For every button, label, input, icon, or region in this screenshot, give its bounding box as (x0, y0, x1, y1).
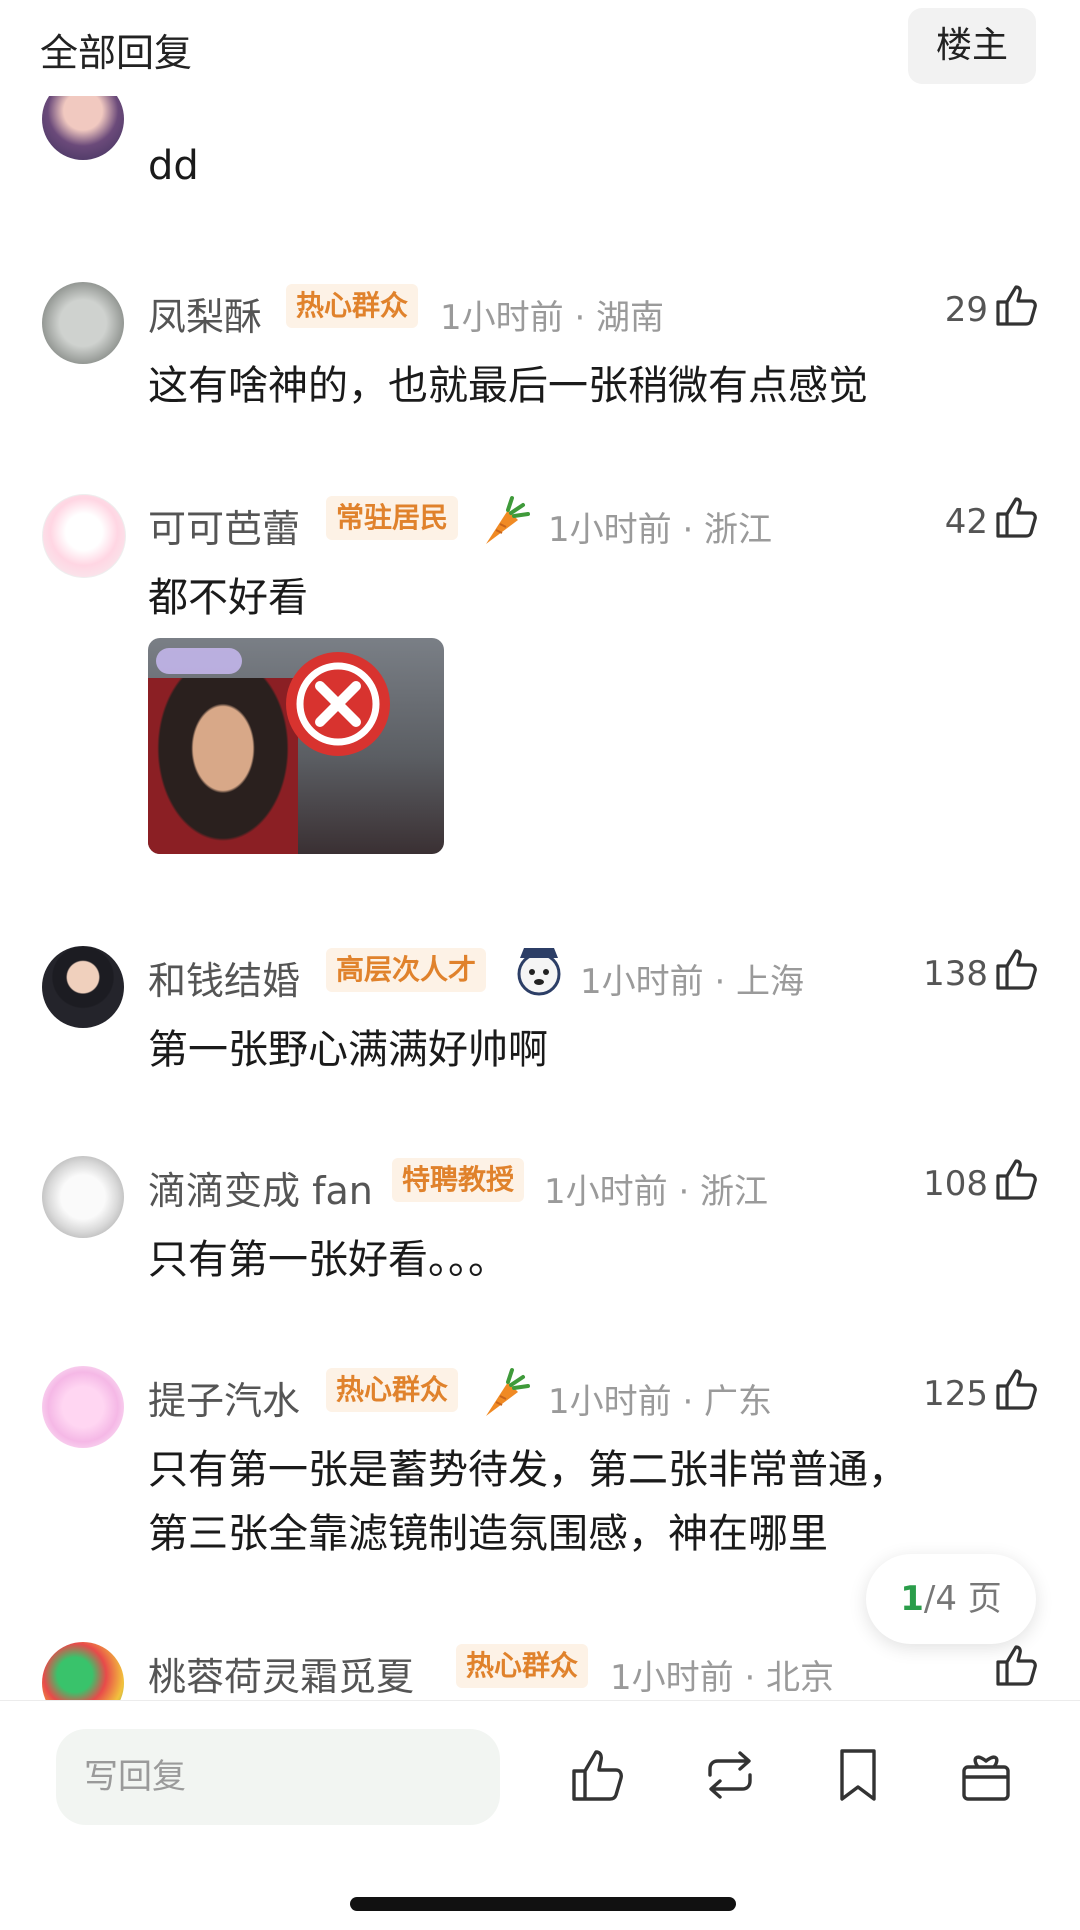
reply-input[interactable]: 写回复 (56, 1729, 500, 1825)
page-current: 1 (900, 1579, 924, 1619)
like-count: 108 (923, 1164, 988, 1204)
time-location: 1小时前 · 北京 (610, 1658, 835, 1698)
comment-text: 第一张野心满满好帅啊 (148, 1027, 548, 1073)
like-thumb-icon[interactable] (994, 494, 1040, 540)
user-badge: 特聘教授 (392, 1158, 525, 1202)
like-thumb-icon[interactable] (994, 946, 1040, 992)
avatar[interactable] (42, 1366, 124, 1448)
comment-text-line: 只有第一张是蓄势待发，第二张非常普通， (148, 1447, 908, 1493)
carrot-icon (486, 496, 530, 544)
page-indicator[interactable]: 1/4 页 (866, 1554, 1036, 1644)
time-location: 1小时前 · 浙江 (548, 510, 773, 550)
username[interactable]: 滴滴变成 fan (148, 1160, 373, 1215)
comment-feed: dd 凤梨酥 热心群众 1小时前 · 湖南 29 这有啥神的，也就最后一张稍微有… (0, 0, 1080, 1700)
gift-icon[interactable] (956, 1745, 1016, 1805)
avatar[interactable] (42, 946, 124, 1028)
avatar[interactable] (42, 1642, 124, 1700)
header-bar: 全部回复 楼主 (0, 0, 1080, 96)
time-location: 1小时前 · 上海 (580, 962, 805, 1002)
time-location: 1小时前 · 湖南 (440, 298, 665, 338)
user-badge: 常驻居民 (326, 496, 459, 540)
comment-text: 只有第一张是蓄势待发，第二张非常普通， 第三张全靠滤镜制造氛围感，神在哪里 (148, 1438, 1008, 1566)
person-figure (148, 678, 298, 854)
page-total: /4 页 (923, 1579, 1002, 1619)
avatar[interactable] (42, 1156, 124, 1238)
like-count: 42 (944, 502, 988, 542)
comment-text: 这有啥神的，也就最后一张稍微有点感觉 (148, 363, 868, 409)
owner-only-button[interactable]: 楼主 (908, 8, 1036, 84)
page-title: 全部回复 (40, 31, 193, 75)
username[interactable]: 可可芭蕾 (148, 498, 300, 553)
comment-text: 都不好看 (148, 575, 308, 621)
user-badge: 热心群众 (326, 1368, 459, 1412)
red-x-sign-icon (286, 652, 390, 756)
comment-text: dd (148, 143, 199, 189)
like-thumb-icon[interactable] (994, 1156, 1040, 1202)
time-location: 1小时前 · 广东 (548, 1382, 773, 1422)
username[interactable]: 提子汽水 (148, 1370, 300, 1425)
home-indicator[interactable] (350, 1897, 736, 1911)
bookmark-icon[interactable] (828, 1745, 888, 1805)
like-thumb-icon[interactable] (994, 1642, 1040, 1688)
user-badge: 热心群众 (286, 284, 419, 328)
comment-text: 只有第一张好看。。。 (148, 1237, 508, 1283)
like-thumb-icon[interactable] (994, 282, 1040, 328)
like-thumb-icon[interactable] (994, 1366, 1040, 1412)
like-icon[interactable] (568, 1745, 628, 1805)
carrot-icon (486, 1368, 530, 1416)
sticker-label (156, 648, 242, 674)
comment-text-line: 第三张全靠滤镜制造氛围感，神在哪里 (148, 1511, 828, 1557)
police-dog-icon (517, 948, 561, 996)
like-count: 138 (923, 954, 988, 994)
like-count: 125 (923, 1374, 988, 1414)
username[interactable]: 和钱结婚 (148, 950, 300, 1005)
user-badge: 热心群众 (456, 1644, 589, 1688)
avatar[interactable] (42, 494, 126, 578)
repost-icon[interactable] (700, 1745, 760, 1805)
bottom-action-bar: 写回复 (0, 1700, 1080, 1930)
like-count: 29 (944, 290, 988, 330)
user-badge: 高层次人才 (326, 948, 487, 992)
avatar[interactable] (42, 282, 124, 364)
time-location: 1小时前 · 浙江 (544, 1172, 769, 1212)
username[interactable]: 桃蓉荷灵霜觅夏 (148, 1646, 414, 1700)
username[interactable]: 凤梨酥 (148, 286, 262, 341)
comment-image[interactable] (148, 638, 444, 854)
